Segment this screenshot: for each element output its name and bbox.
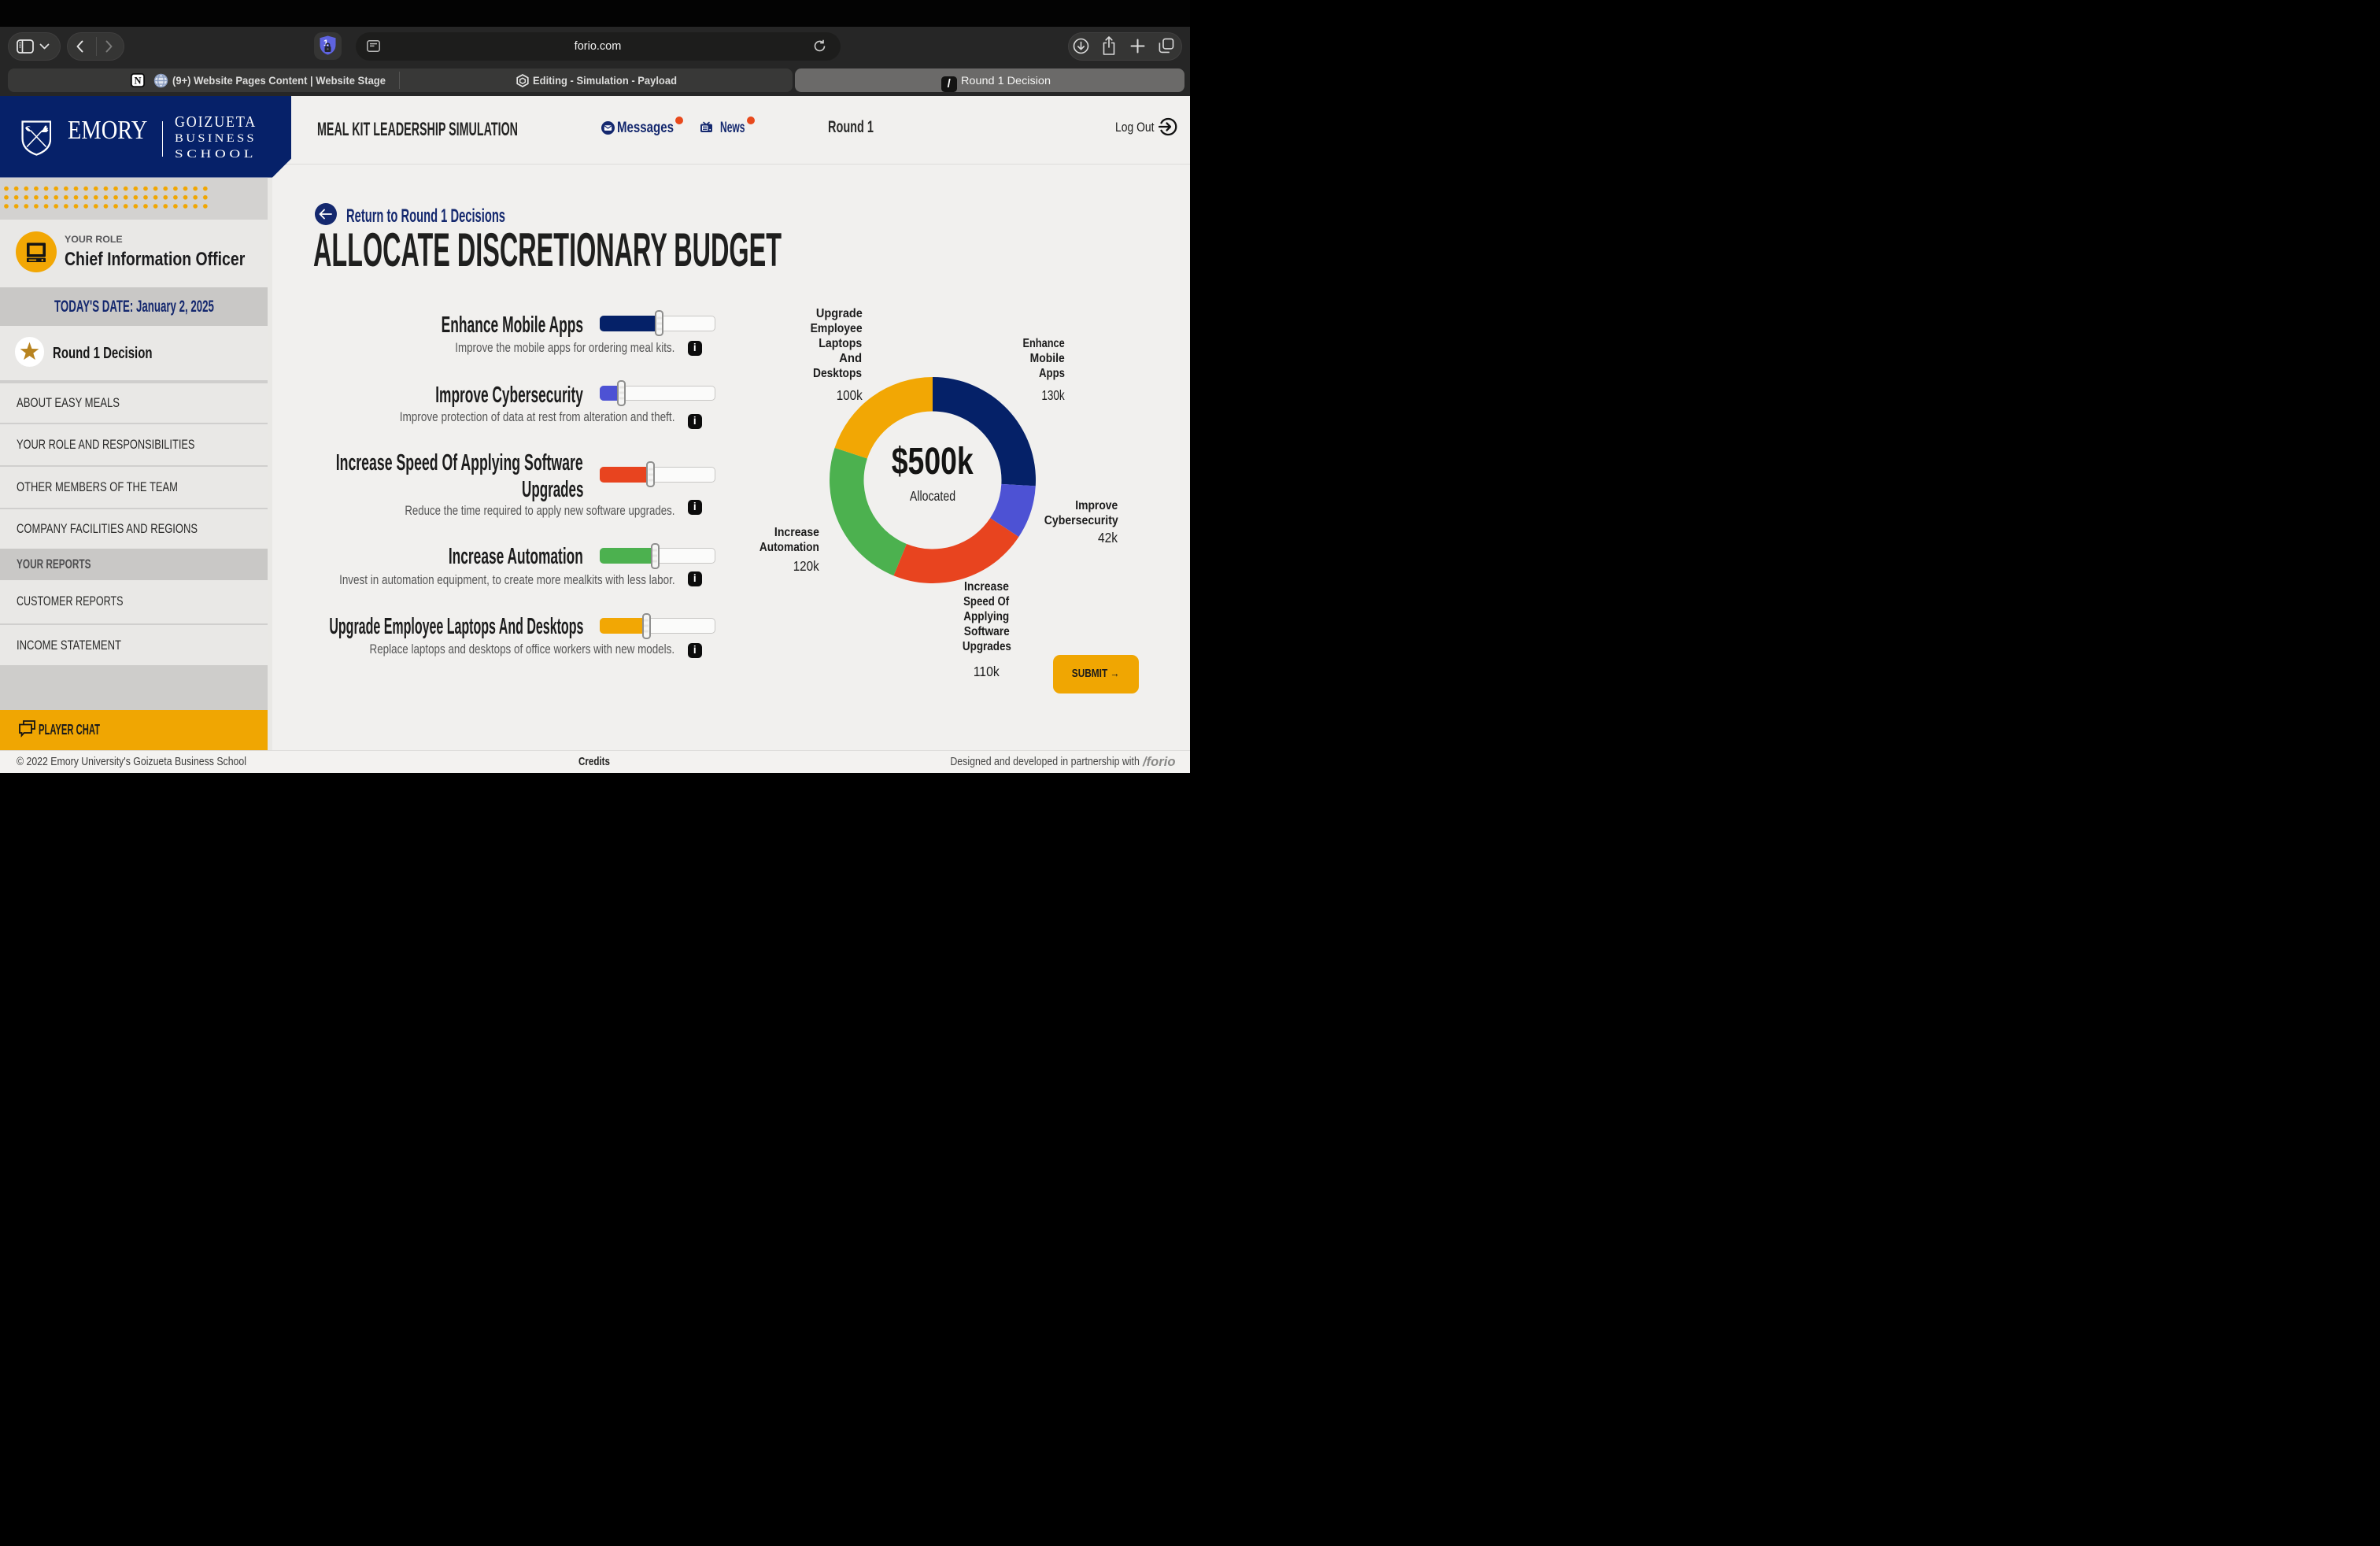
svg-text:N: N	[134, 76, 141, 87]
